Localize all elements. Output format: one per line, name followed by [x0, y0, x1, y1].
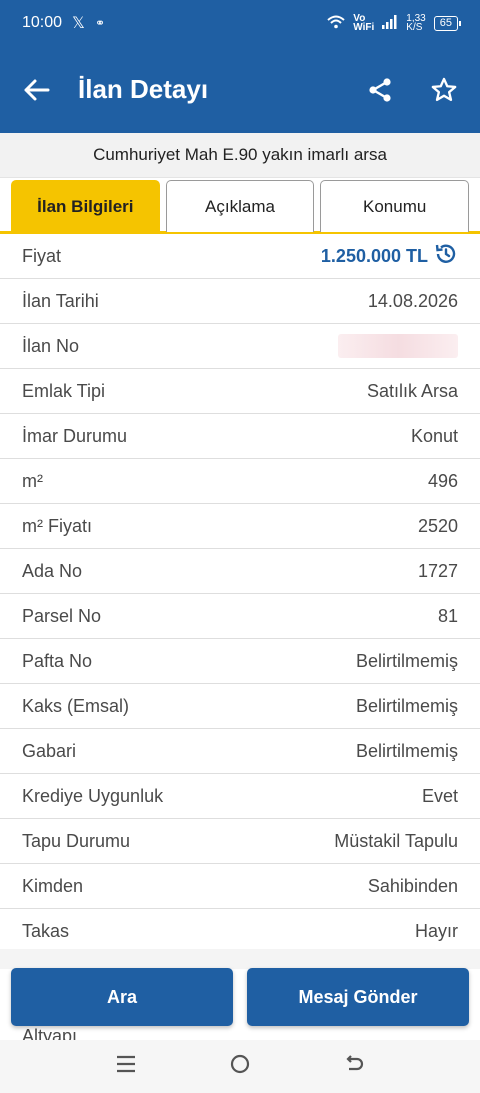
detail-label: Fiyat [22, 245, 62, 266]
detail-row: Tapu Durumu Müstakil Tapulu [0, 819, 480, 864]
detail-value: Sahibinden [367, 875, 458, 896]
status-time: 10:00 [22, 14, 63, 31]
detail-label: Krediye Uygunluk [22, 785, 164, 806]
share-icon[interactable] [364, 74, 396, 106]
bottom-action-bar: Ara Mesaj Gönder [0, 968, 480, 1028]
back-arrow-icon[interactable] [20, 74, 52, 106]
detail-value: Belirtilmemiş [355, 740, 458, 761]
tab-konumu[interactable]: Konumu [320, 180, 470, 232]
listing-title: Cumhuriyet Mah E.90 yakın imarlı arsa [0, 133, 480, 178]
detail-value: 14.08.2026 [367, 290, 458, 311]
back-nav-icon[interactable] [343, 1053, 365, 1080]
detail-label: İmar Durumu [22, 425, 128, 446]
detail-row: m² 496 [0, 459, 480, 504]
detail-row: Parsel No 81 [0, 594, 480, 639]
detail-row: İlan No [0, 324, 480, 369]
detail-label: Gabari [22, 740, 77, 761]
tab-ilan-bilgileri[interactable]: İlan Bilgileri [11, 180, 160, 232]
toolbar: İlan Detayı [0, 46, 480, 133]
detail-label: Pafta No [22, 650, 93, 671]
detail-value: Belirtilmemiş [355, 650, 458, 671]
detail-value: Müstakil Tapulu [334, 830, 458, 851]
detail-row: m² Fiyatı 2520 [0, 504, 480, 549]
detail-value: Konut [410, 425, 458, 446]
x-app-icon: 𝕏 [72, 15, 85, 32]
detail-label: Emlak Tipi [22, 380, 106, 401]
call-button[interactable]: Ara [11, 968, 233, 1026]
detail-label: Takas [22, 921, 70, 941]
page-title: İlan Detayı [78, 74, 209, 104]
system-nav-bar [0, 1040, 480, 1093]
detail-label: m² Fiyatı [22, 515, 92, 536]
status-bar: 10:00 𝕏 ⚭ Vo WiFi 1,33 K/S 65 [0, 0, 480, 46]
detail-value: Evet [421, 785, 458, 806]
link-icon: ⚭ [94, 16, 105, 30]
recent-apps-icon[interactable] [115, 1054, 137, 1079]
detail-row: Kimden Sahibinden [0, 864, 480, 909]
battery-icon: 65 [433, 15, 462, 31]
detail-row: İlan Tarihi 14.08.2026 [0, 279, 480, 324]
detail-value: 2520 [417, 515, 458, 536]
detail-value: 1727 [417, 560, 458, 581]
detail-row: Emlak Tipi Satılık Arsa [0, 369, 480, 414]
net-speed: 1,33 K/S [406, 13, 426, 33]
send-message-button[interactable]: Mesaj Gönder [247, 968, 469, 1026]
redacted-listing-number [338, 334, 458, 358]
signal-icon [382, 14, 398, 32]
detail-row-price: Fiyat 1.250.000 TL [0, 234, 480, 279]
detail-label: Tapu Durumu [22, 830, 131, 851]
detail-label: Ada No [22, 560, 83, 581]
detail-value: Belirtilmemiş [355, 695, 458, 716]
detail-value: 81 [437, 605, 458, 626]
price-value-wrap: 1.250.000 TL [321, 242, 458, 271]
detail-row: Takas Hayır [0, 909, 480, 954]
home-icon[interactable] [229, 1053, 251, 1080]
tab-aciklama[interactable]: Açıklama [165, 180, 315, 232]
detail-label: Kaks (Emsal) [22, 695, 130, 716]
scroll-fade [0, 949, 480, 969]
detail-row: Kaks (Emsal) Belirtilmemiş [0, 684, 480, 729]
detail-row: Pafta No Belirtilmemiş [0, 639, 480, 684]
detail-label: m² [22, 470, 43, 491]
detail-row: Ada No 1727 [0, 549, 480, 594]
tab-bar: İlan Bilgileri Açıklama Konumu [0, 180, 480, 234]
detail-value: 496 [427, 470, 458, 491]
detail-value: Satılık Arsa [366, 380, 458, 401]
detail-label: İlan No [22, 335, 80, 356]
wifi-icon [327, 15, 345, 32]
details-list: Fiyat 1.250.000 TL İlan Tarihi 14.08.202… [0, 234, 480, 954]
detail-row: Krediye Uygunluk Evet [0, 774, 480, 819]
detail-value-wrap [338, 334, 458, 358]
detail-row: Gabari Belirtilmemiş [0, 729, 480, 774]
vowifi-indicator: Vo WiFi [353, 13, 375, 33]
battery-level: 65 [439, 16, 452, 29]
detail-label: İlan Tarihi [22, 290, 99, 311]
detail-value: Hayır [414, 921, 458, 941]
app-header: 10:00 𝕏 ⚭ Vo WiFi 1,33 K/S 65 İlan Detay… [0, 0, 480, 133]
price-history-icon[interactable] [434, 242, 458, 271]
detail-row: İmar Durumu Konut [0, 414, 480, 459]
detail-label: Kimden [22, 875, 84, 896]
price-value: 1.250.000 TL [320, 245, 428, 266]
favorite-star-icon[interactable] [428, 74, 460, 106]
detail-label: Parsel No [22, 605, 102, 626]
